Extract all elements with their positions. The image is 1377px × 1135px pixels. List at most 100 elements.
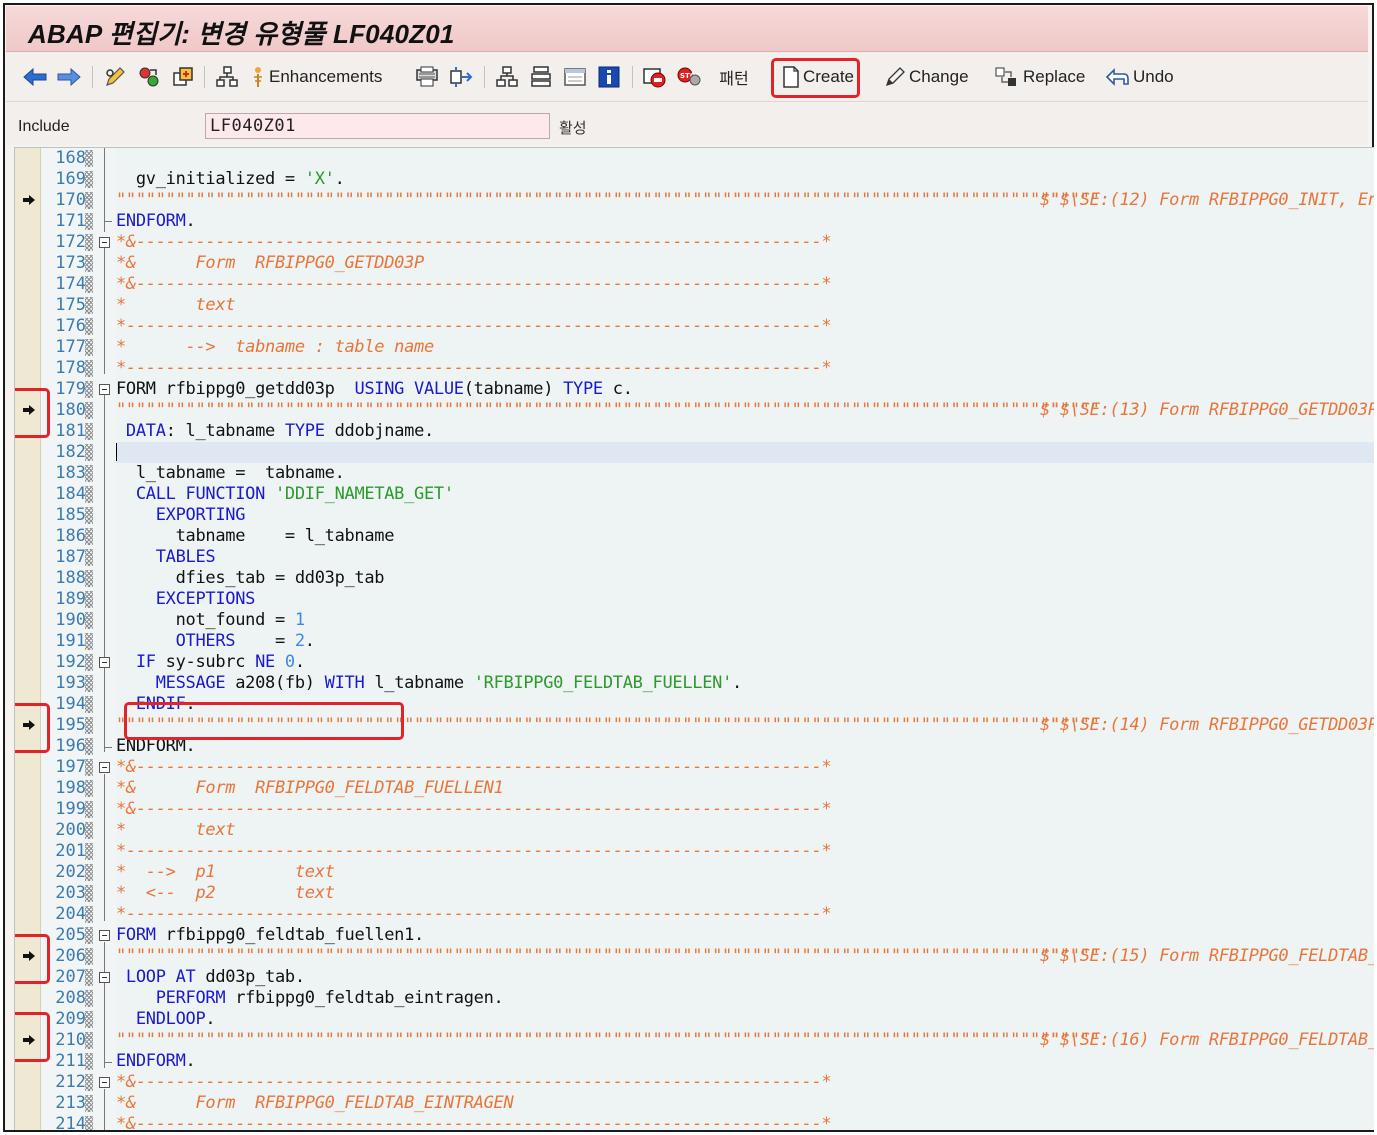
code-line-184[interactable]: CALL FUNCTION 'DDIF_NAMETAB_GET' (116, 484, 454, 505)
code-line-179[interactable]: FORM rfbippg0_getdd03p USING VALUE(tabna… (116, 379, 633, 400)
back-button[interactable] (20, 62, 50, 92)
code-line-172[interactable]: *&--------------------------------------… (116, 232, 832, 253)
code-text: a208(fb) (225, 673, 325, 693)
code-line-209[interactable]: ENDLOOP. (116, 1009, 216, 1030)
collapse-icon[interactable] (99, 930, 110, 941)
code-line-205[interactable]: FORM rfbippg0_feldtab_fuellen1. (116, 925, 424, 946)
code-line-207[interactable]: LOOP AT dd03p_tab. (116, 967, 305, 988)
line-number: 209 (55, 1009, 86, 1029)
enhancements-label: Enhancements (269, 67, 383, 86)
enhancements-button[interactable]: Enhancements (250, 62, 396, 92)
arrow-left-icon (23, 67, 47, 87)
code-line-212[interactable]: *&--------------------------------------… (116, 1072, 832, 1093)
code-line-186[interactable]: tabname = l_tabname (116, 526, 395, 547)
line-number: 172 (55, 232, 86, 252)
collapse-icon[interactable] (99, 657, 110, 668)
code-text: . (334, 169, 345, 189)
code-line-170[interactable]: """"""""""""""""""""""""""""""""""""""""… (116, 190, 1100, 211)
code-line-171[interactable]: ENDFORM. (116, 211, 196, 232)
code-line-199[interactable]: *&--------------------------------------… (116, 799, 832, 820)
code-line-214[interactable]: *&--------------------------------------… (116, 1114, 832, 1130)
line-mark-icon (85, 549, 93, 566)
code-line-178[interactable]: *---------------------------------------… (116, 358, 832, 379)
code-line-175[interactable]: * text (116, 295, 236, 316)
code-line-187[interactable]: TABLES (116, 547, 216, 568)
line-mark-icon (85, 1011, 93, 1028)
line-number: 178 (55, 358, 86, 378)
active-inactive-button[interactable] (134, 62, 164, 92)
toolbar-separator (632, 66, 633, 88)
code-line-210[interactable]: """"""""""""""""""""""""""""""""""""""""… (116, 1030, 1100, 1051)
line-mark-icon (85, 1032, 93, 1049)
code-line-174[interactable]: *&--------------------------------------… (116, 274, 832, 295)
code-line-198[interactable]: *& Form RFBIPPG0_FELDTAB_FUELLEN1 (116, 778, 504, 799)
line-mark-icon (85, 843, 93, 860)
other-object-button[interactable] (168, 62, 198, 92)
code-line-188[interactable]: dfies_tab = dd03p_tab (116, 568, 385, 589)
pretty-printer-button[interactable] (412, 62, 442, 92)
code-line-180[interactable]: """"""""""""""""""""""""""""""""""""""""… (116, 400, 1100, 421)
number-literal: 1 (294, 610, 305, 630)
line-mark-icon (85, 465, 93, 482)
code-line-202[interactable]: * --> p1 text (116, 862, 335, 883)
info-button[interactable] (594, 62, 624, 92)
external-breakpoint-button[interactable]: STOP (674, 62, 704, 92)
code-line-191[interactable]: OTHERS = 2. (116, 631, 315, 652)
fullscreen-button[interactable] (560, 62, 590, 92)
include-field[interactable]: LF040Z01 (205, 113, 550, 139)
code-line-185[interactable]: EXPORTING (116, 505, 246, 526)
line-mark-icon (85, 297, 93, 314)
code-line-213[interactable]: *& Form RFBIPPG0_FELDTAB_EINTRAGEN (116, 1093, 514, 1114)
line-mark-icon (85, 969, 93, 986)
line-number: 184 (55, 484, 86, 504)
collapse-icon[interactable] (99, 384, 110, 395)
code-line-200[interactable]: * text (116, 820, 236, 841)
enhancement-marker-15: $"$\SE:(15) Form RFBIPPG0_FELDTAB_ (1040, 946, 1374, 966)
code-line-203[interactable]: * <-- p2 text (116, 883, 335, 904)
code-line-176[interactable]: *---------------------------------------… (116, 316, 832, 337)
code-line-204[interactable]: *---------------------------------------… (116, 904, 832, 925)
split-screen-button[interactable] (446, 62, 476, 92)
code-line-181[interactable]: DATA: l_tabname TYPE ddobjname. (116, 421, 434, 442)
code-line-177[interactable]: * --> tabname : table name (116, 337, 434, 358)
line-number: 182 (55, 442, 86, 462)
set-breakpoint-button[interactable] (640, 62, 670, 92)
line-number-row: 168 (15, 148, 1374, 169)
code-line-169[interactable]: gv_initialized = 'X'. (116, 169, 345, 190)
code-line-208[interactable]: PERFORM rfbippg0_feldtab_eintragen. (116, 988, 504, 1009)
line-mark-icon (85, 339, 93, 356)
code-text: rfbippg0_feldtab_eintragen. (225, 988, 504, 1008)
object-list-button[interactable] (492, 62, 522, 92)
line-number: 212 (55, 1072, 86, 1092)
line-mark-icon (85, 171, 93, 188)
collapse-icon[interactable] (99, 237, 110, 248)
navigation-window-button[interactable] (526, 62, 556, 92)
collapse-icon[interactable] (99, 972, 110, 983)
abap-code-editor[interactable]: 168 169 170 171 172 173 174 175 176 177 178 179 180 1… (14, 147, 1374, 1130)
keyword: NE (255, 652, 275, 672)
code-line-201[interactable]: *---------------------------------------… (116, 841, 832, 862)
collapse-icon[interactable] (99, 762, 110, 773)
line-number: 175 (55, 295, 86, 315)
pattern-button[interactable]: 패턴 (714, 62, 754, 92)
collapse-icon[interactable] (99, 1077, 110, 1088)
where-used-button[interactable] (212, 62, 242, 92)
forward-button[interactable] (54, 62, 84, 92)
code-line-190[interactable]: not_found = 1 (116, 610, 305, 631)
code-line-182[interactable] (116, 442, 117, 463)
display-change-button[interactable] (100, 62, 130, 92)
line-mark-icon (85, 444, 93, 461)
code-line-211[interactable]: ENDFORM. (116, 1051, 196, 1072)
replace-button[interactable]: Replace (994, 62, 1086, 92)
code-line-192[interactable]: IF sy-subrc NE 0. (116, 652, 305, 673)
code-line-197[interactable]: *&--------------------------------------… (116, 757, 832, 778)
code-line-183[interactable]: l_tabname = tabname. (116, 463, 345, 484)
line-mark-icon (85, 801, 93, 818)
arrow-right-icon[interactable] (22, 194, 36, 206)
change-button[interactable]: Change (884, 62, 974, 92)
undo-button[interactable]: Undo (1104, 62, 1178, 92)
code-line-189[interactable]: EXCEPTIONS (116, 589, 256, 610)
code-line-193[interactable]: MESSAGE a208(fb) WITH l_tabname 'RFBIPPG… (116, 673, 743, 694)
code-line-173[interactable]: *& Form RFBIPPG0_GETDD03P (116, 253, 424, 274)
code-line-206[interactable]: """"""""""""""""""""""""""""""""""""""""… (116, 946, 1100, 967)
